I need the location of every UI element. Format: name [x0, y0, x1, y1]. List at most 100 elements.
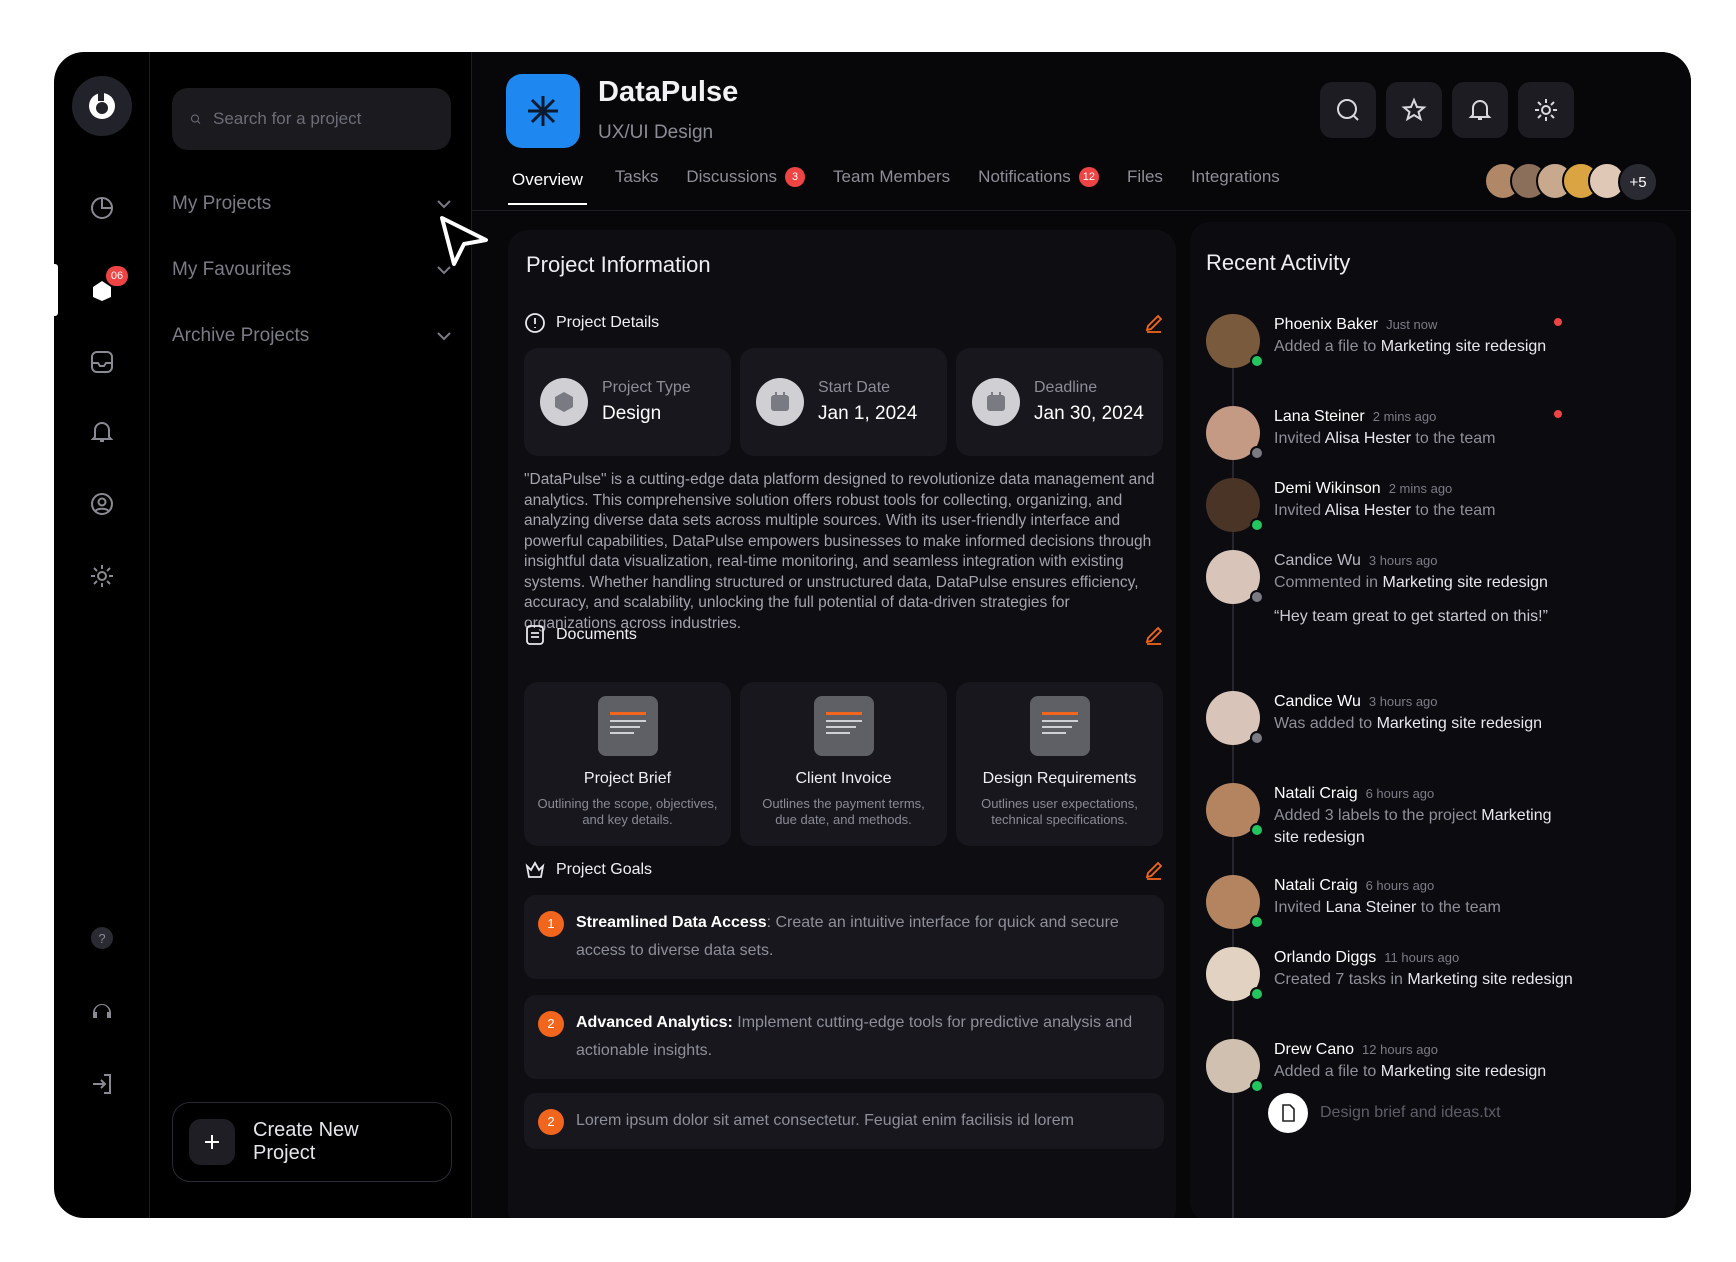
logout-icon[interactable]	[82, 1064, 122, 1104]
create-project-button[interactable]: Create New Project	[172, 1102, 452, 1182]
project-sidebar: My Projects My Favourites Archive Projec…	[150, 52, 472, 1218]
activity-text: Invited	[1274, 502, 1325, 519]
document-title: Project Brief	[583, 770, 672, 787]
tab-bar: Overview Tasks Discussions 3 Team Members…	[508, 157, 1280, 205]
favorite-button[interactable]	[1386, 82, 1442, 138]
pie-chart-icon[interactable]	[82, 188, 122, 228]
activity-time: 6 hours ago	[1365, 786, 1435, 801]
edit-icon[interactable]	[1144, 625, 1164, 645]
activity-target: Marketing site redesign	[1380, 1063, 1547, 1080]
activity-target: Marketing site redesign	[1376, 715, 1542, 732]
activity-text: Invited	[1274, 899, 1326, 916]
notifications-button[interactable]	[1452, 82, 1508, 138]
document-desc: Outlines the payment terms, due date, an…	[762, 796, 925, 827]
settings-button[interactable]	[1518, 82, 1574, 138]
activity-target: Alisa Hester	[1324, 502, 1411, 519]
panel-title: Recent Activity	[1206, 250, 1351, 275]
tab-notifications[interactable]: Notifications 12	[978, 157, 1100, 197]
tab-team-members[interactable]: Team Members	[833, 157, 950, 197]
detail-value: Design	[602, 403, 662, 424]
online-status-dot	[1250, 987, 1264, 1001]
activity-text: Was added to	[1274, 715, 1377, 732]
tab-discussions[interactable]: Discussions 3	[686, 157, 806, 197]
activity-text: to the team	[1410, 502, 1496, 519]
detail-label: Project Type	[602, 379, 691, 396]
project-goals-header: Project Goals	[524, 857, 1164, 883]
detail-value: Jan 1, 2024	[818, 403, 918, 424]
settings-icon[interactable]	[82, 556, 122, 596]
tab-label: Files	[1127, 167, 1163, 186]
document-card[interactable]: Design Requirements Outlines user expect…	[956, 682, 1163, 846]
tab-badge: 3	[785, 167, 806, 187]
tab-overview[interactable]: Overview	[508, 157, 587, 205]
app-window: 06 ? My Projects	[54, 52, 1691, 1218]
tab-files[interactable]: Files	[1127, 157, 1163, 197]
create-project-label: Create New Project	[253, 1119, 359, 1164]
activity-user: Phoenix Baker	[1274, 316, 1379, 333]
search-icon	[1337, 99, 1359, 121]
svg-text:?: ?	[98, 931, 105, 946]
comment-quote: “Hey team great to get started on this!”	[1274, 608, 1548, 625]
document-card[interactable]: Project Brief Outlining the scope, objec…	[524, 682, 731, 846]
tab-label: Integrations	[1190, 167, 1280, 186]
user-icon[interactable]	[82, 484, 122, 524]
goal-title: Advanced Analytics:	[576, 1014, 733, 1031]
document-desc: Outlining the scope, objectives, and key…	[537, 796, 718, 827]
goal-item[interactable]: 1 Streamlined Data Access: Create an int…	[524, 895, 1164, 979]
support-headset-icon[interactable]	[82, 992, 122, 1032]
gear-icon	[1535, 99, 1557, 121]
team-avatars[interactable]: +5	[1484, 162, 1658, 202]
search-button[interactable]	[1320, 82, 1376, 138]
app-logo[interactable]	[72, 76, 132, 136]
recent-activity-panel: Recent Activity Phoenix Baker Just now Add…	[1190, 222, 1676, 1218]
sidebar-item-my-projects[interactable]: My Projects	[172, 184, 452, 224]
activity-user: Demi Wikinson	[1274, 480, 1381, 497]
info-icon	[525, 313, 545, 333]
tab-tasks[interactable]: Tasks	[615, 157, 658, 197]
attached-file[interactable]: Design brief and ideas.txt	[1268, 1093, 1574, 1133]
calendar-icon	[756, 378, 804, 426]
search-input[interactable]	[213, 109, 433, 129]
bell-icon[interactable]	[82, 412, 122, 452]
activity-time: 6 hours ago	[1365, 878, 1435, 893]
icon-rail: 06 ?	[54, 52, 150, 1218]
file-icon	[1029, 696, 1090, 756]
projects-badge: 06	[106, 266, 128, 286]
plus-icon	[189, 1119, 235, 1165]
document-title: Client Invoice	[795, 770, 892, 787]
goal-item[interactable]: 2 Advanced Analytics: Implement cutting-…	[524, 995, 1164, 1079]
search-box[interactable]	[172, 88, 451, 150]
activity-user: Candice Wu	[1274, 693, 1361, 710]
edit-icon[interactable]	[1144, 860, 1164, 880]
goal-item[interactable]: 2 Lorem ipsum dolor sit amet consectetur…	[524, 1093, 1164, 1149]
unread-dot	[1554, 410, 1562, 418]
online-status-dot	[1250, 518, 1264, 532]
sidebar-item-my-favourites[interactable]: My Favourites	[172, 250, 452, 290]
section-title: Documents	[556, 626, 637, 643]
help-icon[interactable]: ?	[82, 918, 122, 958]
sidebar-item-label: Archive Projects	[172, 325, 310, 346]
file-icon	[813, 696, 874, 756]
header-actions	[1320, 82, 1574, 138]
activity-time: Just now	[1386, 317, 1438, 332]
inbox-icon[interactable]	[82, 342, 122, 382]
activity-text: Invited	[1274, 430, 1325, 447]
panel-title: Project Information	[526, 252, 711, 277]
chevron-down-icon	[437, 200, 451, 209]
tab-integrations[interactable]: Integrations	[1191, 157, 1280, 197]
goal-number: 2	[538, 1011, 564, 1037]
activity-time: 2 mins ago	[1388, 481, 1453, 496]
sidebar-item-archive-projects[interactable]: Archive Projects	[172, 316, 452, 356]
tab-label: Overview	[512, 170, 583, 189]
document-icon	[526, 625, 544, 645]
divider	[472, 210, 1691, 211]
activity-target: Marketing site redesign	[1382, 574, 1548, 591]
activity-text: Added a file to	[1274, 1063, 1381, 1080]
goal-number: 2	[538, 1109, 564, 1135]
crown-icon	[525, 861, 545, 878]
detail-card-project-type: Project Type Design	[524, 348, 731, 456]
offline-status-dot	[1250, 731, 1264, 745]
document-card[interactable]: Client Invoice Outlines the payment term…	[740, 682, 947, 846]
detail-card-start-date: Start Date Jan 1, 2024	[740, 348, 947, 456]
edit-icon[interactable]	[1144, 313, 1164, 333]
